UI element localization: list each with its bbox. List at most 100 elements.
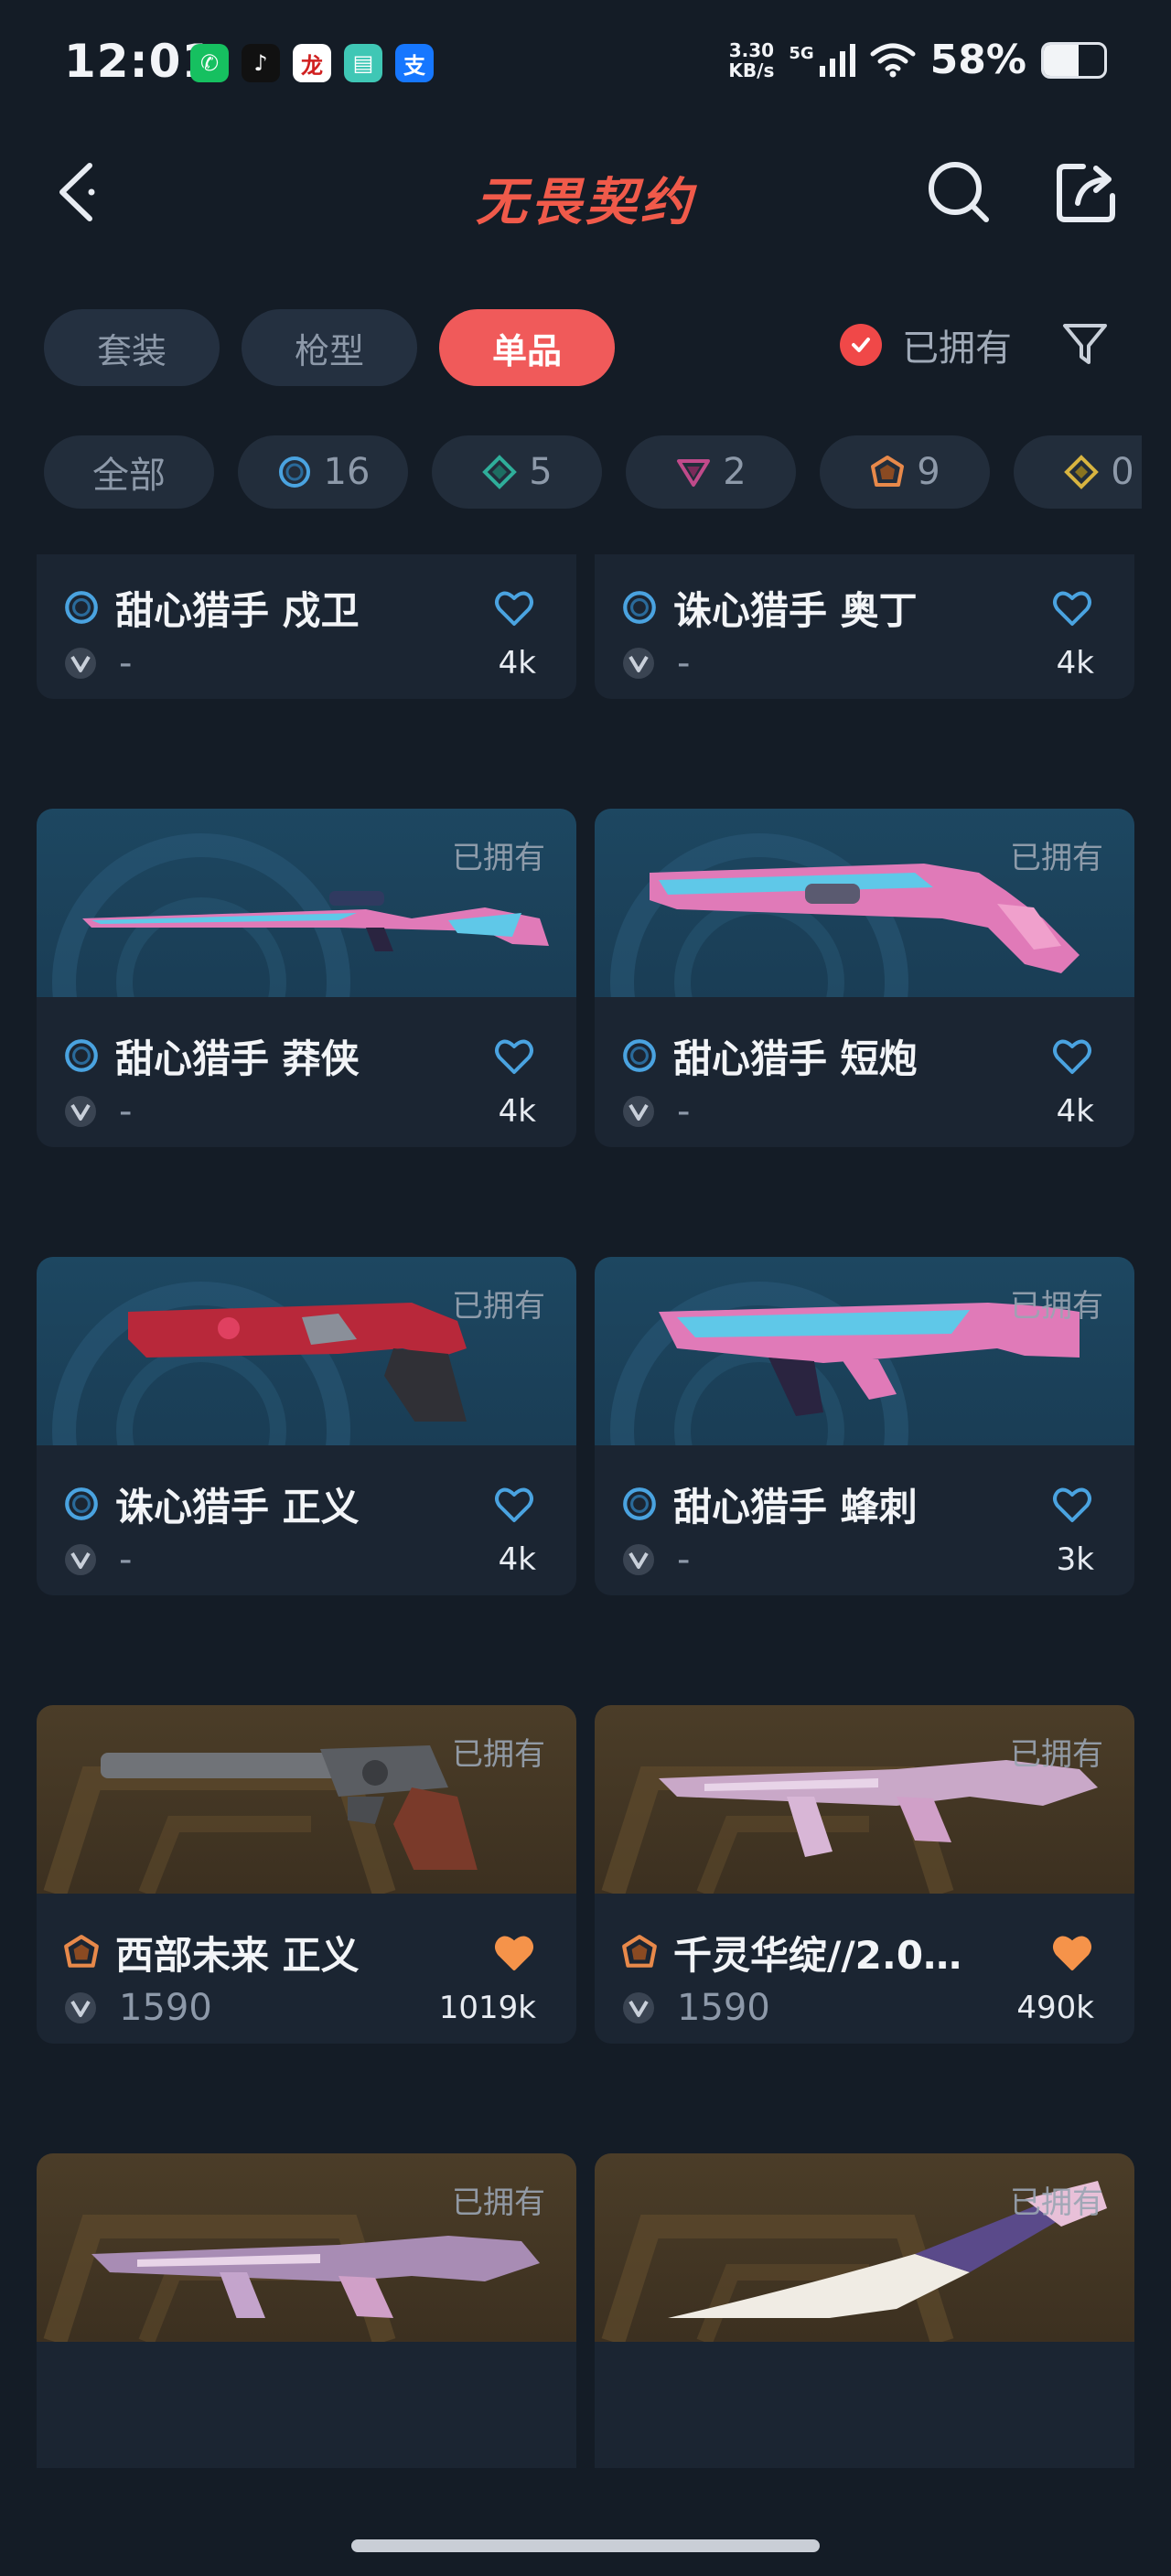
battery-icon [1041, 41, 1107, 79]
network-speed: 3.30 KB/s [728, 40, 774, 80]
favorite-heart-icon[interactable] [492, 585, 536, 629]
tier-chip-1[interactable]: 16 [238, 435, 408, 509]
cellular-signal-icon: 5G [789, 43, 855, 77]
skin-card[interactable]: 已拥有 西部未来 正义 1590 1019k [37, 1705, 576, 2044]
share-icon [1057, 164, 1115, 222]
skin-card[interactable]: 已拥有甜心猎手 短炮 - 4k [595, 809, 1134, 1147]
valorant-points-icon [62, 645, 99, 682]
battery-percent: 58% [929, 37, 1026, 83]
skin-card[interactable]: 已拥有 千灵华绽//2.0… 1590 490k [595, 1705, 1134, 2044]
tier-chip-3[interactable]: 2 [626, 435, 796, 509]
filter-button[interactable] [1061, 320, 1109, 368]
skin-price-row: 1590 490k [620, 1985, 1114, 2031]
skin-grid: 甜心猎手 戍卫 -4k 诛心猎手 奥丁 -4k 已拥有 甜心猎手 莽侠 -4k 已拥有 甜心猎手… [37, 554, 1134, 2468]
valorant-points-icon [62, 1093, 99, 1130]
valorant-points-icon [62, 1990, 99, 2026]
skin-price: - [677, 642, 691, 684]
deluxe-tier-icon [481, 454, 518, 490]
checkmark-icon [840, 324, 882, 366]
select-tier-icon [62, 1036, 101, 1075]
tier-chip-2[interactable]: 5 [432, 435, 602, 509]
like-count: 3k [1056, 1541, 1094, 1578]
skin-card[interactable]: 已拥有 诛心猎手 正义 - 4k [37, 1257, 576, 1595]
select-tier-icon [620, 1036, 659, 1075]
skin-price-row: - 4k [62, 640, 556, 686]
search-icon [929, 162, 989, 222]
exclusive-tier-icon [620, 1933, 659, 1971]
skin-name-row: 甜心猎手 短炮 [620, 1032, 1114, 1081]
skin-name-row: 甜心猎手 莽侠 [62, 1032, 556, 1081]
skin-image: 已拥有 [37, 1257, 576, 1445]
owned-filter-label: 已拥有 [902, 327, 1012, 370]
like-count: 490k [1016, 1990, 1094, 2026]
tier-filter-bar: 全部 16 5 2 9 0 [44, 435, 1142, 512]
skin-name: 甜心猎手 蜂刺 [673, 1484, 918, 1530]
favorite-heart-icon[interactable] [1050, 585, 1094, 629]
notes-app-icon: ▤ [344, 44, 382, 82]
wifi-icon [870, 43, 916, 77]
skin-price: - [119, 642, 133, 684]
network-type: 5G [789, 43, 814, 63]
share-button[interactable] [1052, 157, 1122, 227]
skin-card[interactable]: 已拥有甜心猎手 蜂刺 - 3k [595, 1257, 1134, 1595]
phone-app-icon: ✆ [190, 44, 229, 82]
favorite-heart-icon[interactable] [1050, 1034, 1094, 1078]
select-tier-icon [62, 588, 101, 627]
owned-filter-toggle[interactable]: 已拥有 [840, 318, 1012, 371]
skin-card[interactable]: 已拥有 甜心猎手 莽侠 - 4k [37, 809, 576, 1147]
skin-price-row: - 4k [620, 640, 1114, 686]
tier-chip-0[interactable]: 全部 [44, 435, 214, 509]
valorant-points-icon [620, 645, 657, 682]
tab-2[interactable]: 单品 [439, 309, 615, 386]
tier-chip-label: 0 [1111, 451, 1134, 493]
skin-image: 已拥有 [595, 1257, 1134, 1445]
home-indicator[interactable] [351, 2539, 820, 2552]
favorite-heart-icon[interactable] [492, 1034, 536, 1078]
like-count: 4k [498, 1093, 536, 1130]
skin-card[interactable]: 已拥有 [595, 2153, 1134, 2468]
network-speed-unit: KB/s [728, 59, 775, 81]
tab-0[interactable]: 套装 [44, 309, 220, 386]
skin-price: - [677, 1539, 691, 1581]
skin-card[interactable]: 甜心猎手 戍卫 - 4k [37, 554, 576, 699]
select-tier-icon [620, 588, 659, 627]
skin-card[interactable]: 诛心猎手 奥丁 - 4k [595, 554, 1134, 699]
owned-tag: 已拥有 [452, 2184, 545, 2221]
skin-price: - [119, 1090, 133, 1132]
owned-tag: 已拥有 [1010, 2184, 1103, 2221]
tier-chip-label: 5 [529, 451, 553, 493]
search-button[interactable] [924, 157, 994, 227]
calligraphy-app-icon: 龙 [293, 44, 331, 82]
alipay-icon: 支 [395, 44, 434, 82]
filter-funnel-icon [1063, 324, 1107, 364]
skin-image: 已拥有 [595, 2153, 1134, 2342]
skin-price: - [677, 1090, 691, 1132]
skin-card[interactable]: 已拥有 [37, 2153, 576, 2468]
valorant-points-icon [620, 1541, 657, 1578]
network-speed-value: 3.30 [728, 38, 775, 61]
favorite-heart-icon[interactable] [492, 1482, 536, 1526]
skin-name: 诛心猎手 正义 [115, 1484, 360, 1530]
exclusive-tier-icon [62, 1933, 101, 1971]
like-count: 4k [498, 645, 536, 682]
skin-price: 1590 [677, 1987, 770, 2029]
ultra-tier-icon [1063, 454, 1100, 490]
favorite-heart-icon[interactable] [1050, 1482, 1094, 1526]
owned-tag: 已拥有 [1010, 1288, 1103, 1325]
like-count: 1019k [438, 1990, 536, 2026]
skin-price-row: - 4k [620, 1089, 1114, 1134]
valorant-points-icon [620, 1990, 657, 2026]
select-tier-icon [62, 1485, 101, 1523]
skin-image: 已拥有 [37, 1705, 576, 1894]
skin-name: 西部未来 正义 [115, 1932, 360, 1978]
skin-name: 甜心猎手 莽侠 [115, 1036, 360, 1081]
skin-image: 已拥有 [595, 809, 1134, 997]
tab-1[interactable]: 枪型 [242, 309, 417, 386]
favorite-heart-icon[interactable] [1050, 1930, 1094, 1974]
favorite-heart-icon[interactable] [492, 1930, 536, 1974]
tier-chip-4[interactable]: 9 [820, 435, 990, 509]
tier-chip-label: 全部 [92, 455, 166, 497]
skin-price-row: - 4k [62, 1089, 556, 1134]
tier-chip-5[interactable]: 0 [1014, 435, 1142, 509]
skin-name-row: 千灵华绽//2.0… [620, 1928, 1114, 1978]
